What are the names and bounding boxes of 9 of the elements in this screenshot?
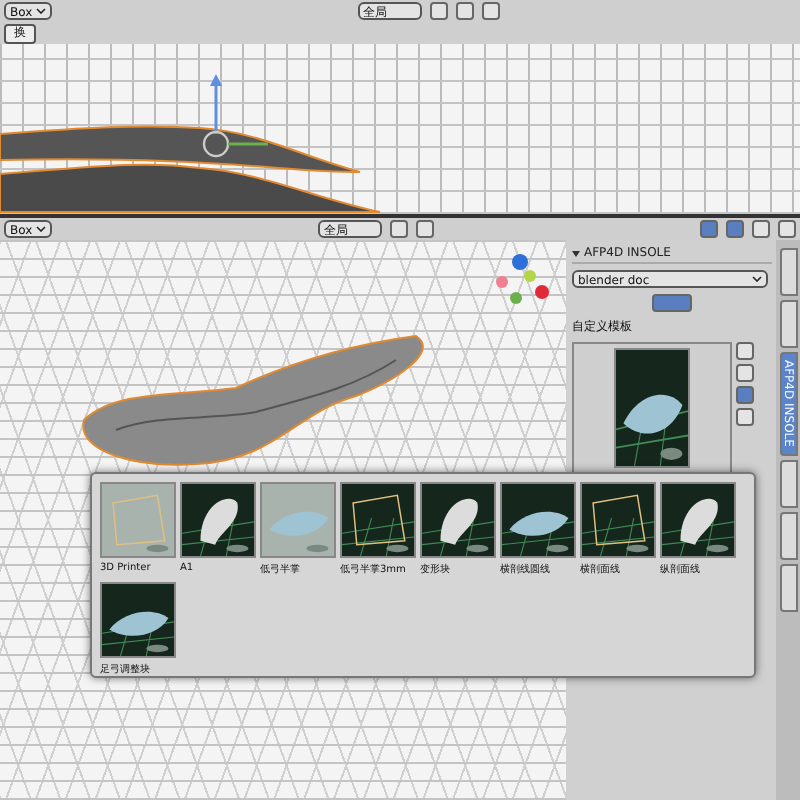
chevron-down-icon xyxy=(36,226,46,232)
side-tab[interactable] xyxy=(779,512,797,560)
chevron-down-icon xyxy=(36,8,46,14)
side-tab[interactable] xyxy=(779,248,797,296)
chevron-down-icon xyxy=(752,276,762,282)
collapse-triangle-icon[interactable] xyxy=(572,249,580,257)
side-tab[interactable] xyxy=(779,460,797,508)
side-tab[interactable] xyxy=(779,300,797,348)
side-tab[interactable] xyxy=(779,564,797,612)
